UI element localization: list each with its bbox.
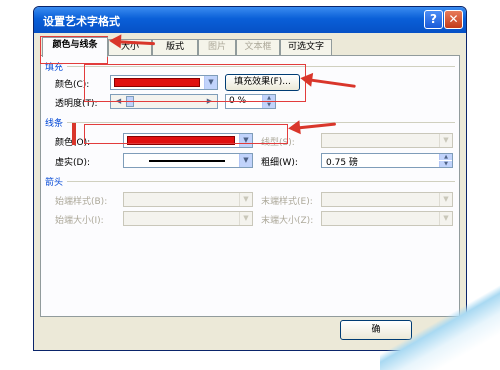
arrow-shaft (297, 122, 337, 130)
end-style-dropdown: ▼ (321, 192, 453, 207)
tab-strip: 颜色与线条 大小 版式 图片 文本框 可选文字 (40, 37, 460, 57)
help-button[interactable]: ? (424, 10, 443, 29)
dropdown-arrow-icon: ▼ (439, 134, 452, 147)
corner-decoration (380, 280, 500, 370)
end-size-label: 末端大小(Z): (261, 216, 314, 226)
annotation-box-line-color (84, 124, 288, 144)
begin-size-dropdown: ▼ (123, 211, 253, 226)
begin-size-label: 始端大小(I): (55, 216, 104, 226)
end-style-label: 末端样式(E): (261, 197, 313, 207)
annotation-arrow-tab (108, 33, 156, 51)
dash-label: 虚实(D): (55, 158, 90, 168)
arrow-shaft (309, 78, 356, 88)
spin-down-icon[interactable]: ▼ (439, 161, 452, 167)
tab-text-box: 文本框 (236, 39, 280, 56)
solid-line-preview (149, 160, 225, 162)
begin-style-dropdown: ▼ (123, 192, 253, 207)
dash-dropdown[interactable]: ▼ (123, 153, 253, 168)
tab-layout[interactable]: 版式 (152, 39, 198, 56)
dialog-title: 设置艺术字格式 (43, 15, 120, 28)
arrows-divider (67, 181, 455, 182)
arrow-shaft (118, 40, 156, 46)
dropdown-arrow-icon: ▼ (439, 193, 452, 206)
end-size-dropdown: ▼ (321, 211, 453, 226)
close-button[interactable]: ✕ (444, 10, 463, 29)
weight-label: 粗细(W): (261, 158, 298, 168)
weight-input[interactable]: 0.75 磅 ▲ ▼ (321, 153, 453, 168)
tab-picture: 图片 (198, 39, 236, 56)
annotation-box-fill (84, 64, 306, 102)
begin-style-label: 始端样式(B): (55, 197, 108, 207)
line-divider (67, 122, 455, 123)
line-section-title: 线条 (45, 119, 64, 129)
arrows-section-title: 箭头 (45, 178, 64, 188)
dropdown-arrow-icon: ▼ (239, 212, 252, 225)
line-type-dropdown: ▼ (321, 133, 453, 148)
spin-up-icon[interactable]: ▲ (439, 154, 452, 160)
dropdown-arrow-icon: ▼ (239, 193, 252, 206)
title-bar[interactable]: 设置艺术字格式 ? ✕ (34, 7, 466, 33)
tab-alt-text[interactable]: 可选文字 (280, 39, 332, 56)
annotation-bracket (72, 123, 76, 145)
weight-value: 0.75 磅 (326, 158, 358, 168)
tab-colors-and-lines[interactable]: 颜色与线条 (42, 37, 108, 57)
dropdown-arrow-icon: ▼ (239, 154, 252, 167)
dropdown-arrow-icon: ▼ (439, 212, 452, 225)
spin-down-icon[interactable]: ▼ (262, 102, 275, 108)
